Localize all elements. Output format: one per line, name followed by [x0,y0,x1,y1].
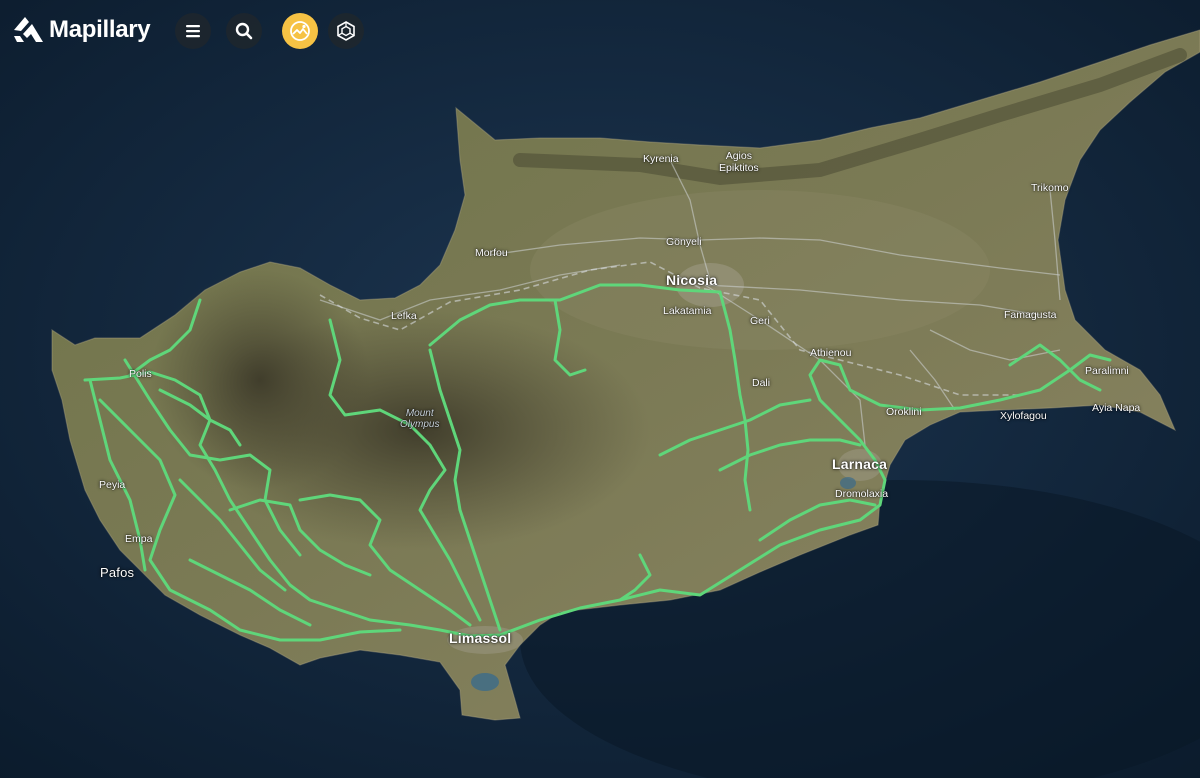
place-oroklini: Oroklini [886,406,922,418]
hexagon-icon [337,21,355,41]
place-lakatamia: Lakatamia [663,305,712,317]
troodos-west [150,270,370,490]
place-athienou: Athienou [810,347,852,359]
mapillary-logo[interactable]: Mapillary [11,14,151,46]
place-gonyeli: Gönyeli [666,236,702,248]
place-trikomo: Trikomo [1031,182,1069,194]
search-button[interactable] [226,13,262,49]
imagery-layer-button[interactable] [282,13,318,49]
place-limassol: Limassol [449,630,512,646]
place-kyrenia: Kyrenia [643,153,679,165]
place-xylofagou: Xylofagou [1000,410,1047,422]
place-mount-olympus: Mount Olympus [400,408,440,430]
brand-name: Mapillary [49,16,151,43]
mapillary-logo-icon [14,17,43,42]
place-nicosia: Nicosia [666,272,718,288]
place-geri: Geri [750,315,770,327]
place-larnaca: Larnaca [832,456,888,472]
top-toolbar: Mapillary [0,0,420,62]
satellite-map[interactable] [0,0,1200,778]
place-ayia-napa: Ayia Napa [1092,402,1141,414]
place-dali: Dali [752,377,771,389]
place-paralimni: Paralimni [1085,365,1129,377]
map-features-button[interactable] [328,13,364,49]
place-agios-epiktitos: Agios Epiktitos [719,150,759,174]
place-pafos: Pafos [100,565,135,580]
place-peyia: Peyia [99,479,126,491]
menu-icon [186,25,200,38]
search-icon [235,22,253,40]
place-empa: Empa [125,533,153,545]
place-lefka: Lefka [391,310,417,322]
menu-button[interactable] [175,13,211,49]
imagery-icon [290,21,310,41]
place-famagusta: Famagusta [1004,309,1057,321]
place-dromolaxia: Dromolaxia [835,488,889,500]
place-polis: Polis [129,368,152,380]
place-morfou: Morfou [475,247,508,259]
akrotiri-salt-lake [471,673,499,691]
